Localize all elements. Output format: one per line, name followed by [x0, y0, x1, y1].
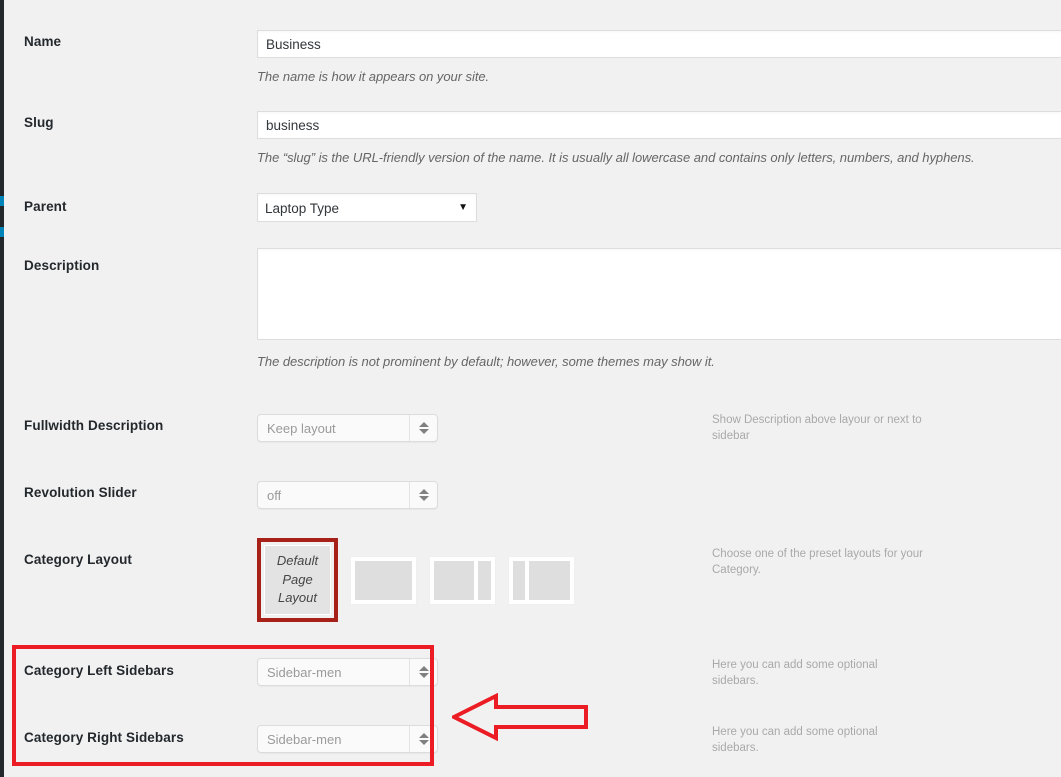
category-right-sidebars-select[interactable]: Sidebar-men	[257, 725, 438, 753]
fullwidth-description-value: Keep layout	[267, 420, 336, 436]
layout-block-sidebar	[477, 561, 491, 600]
description-field-col: The description is not prominent by defa…	[257, 248, 1061, 369]
fullwidth-description-help: Show Description above layour or next to…	[712, 414, 922, 443]
caret-up-icon	[418, 489, 429, 494]
fullwidth-description-select[interactable]: Keep layout	[257, 414, 438, 442]
name-field-col: The name is how it appears on your site.	[257, 30, 1061, 84]
caret-up-icon	[418, 666, 429, 671]
category-left-sidebars-value: Sidebar-men	[267, 664, 342, 680]
slug-label: Slug	[24, 115, 54, 130]
fullwidth-description-field-col: Keep layout	[257, 414, 438, 442]
name-label: Name	[24, 34, 62, 49]
layout-preset-full-width[interactable]	[350, 556, 417, 605]
layout-default-line-2: Page	[282, 571, 313, 587]
description-label: Description	[24, 258, 100, 273]
fullwidth-description-label: Fullwidth Description	[24, 418, 164, 433]
parent-select[interactable]: Laptop Type ▼	[257, 193, 477, 222]
caret-down-icon	[418, 740, 429, 745]
description-hint: The description is not prominent by defa…	[257, 354, 715, 369]
layout-block-sidebar	[513, 561, 526, 600]
layout-block-content	[529, 561, 570, 600]
caret-down-icon	[418, 496, 429, 501]
slug-hint: The “slug” is the URL-friendly version o…	[257, 150, 975, 165]
category-left-sidebars-label: Category Left Sidebars	[24, 663, 174, 678]
category-left-sidebars-select[interactable]: Sidebar-men	[257, 658, 438, 686]
category-right-sidebars-help: Here you can add some optional sidebars.	[712, 726, 878, 755]
stepper-arrows-icon[interactable]	[409, 482, 437, 508]
layout-preset-left-sidebar-content[interactable]	[508, 556, 575, 605]
layout-block-content	[434, 561, 474, 600]
name-input[interactable]	[257, 30, 1061, 58]
caret-up-icon	[418, 733, 429, 738]
caret-down-icon	[418, 673, 429, 678]
stepper-arrows-icon[interactable]	[409, 726, 437, 752]
category-layout-presets: Default Page Layout	[257, 538, 575, 622]
description-textarea[interactable]	[257, 248, 1061, 340]
admin-menu-accent-2	[0, 227, 4, 237]
category-layout-selected-highlight: Default Page Layout	[257, 538, 338, 622]
slug-field-col: The “slug” is the URL-friendly version o…	[257, 111, 1061, 165]
revolution-slider-label: Revolution Slider	[24, 485, 137, 500]
parent-field-col: Laptop Type ▼	[257, 193, 477, 222]
parent-select-value: Laptop Type	[265, 201, 340, 216]
chevron-down-icon: ▼	[458, 201, 468, 213]
name-hint: The name is how it appears on your site.	[257, 69, 490, 84]
category-left-sidebars-help: Here you can add some optional sidebars.	[712, 659, 878, 688]
caret-down-icon	[418, 429, 429, 434]
revolution-slider-select[interactable]: off	[257, 481, 438, 509]
layout-block-content	[355, 561, 412, 600]
caret-up-icon	[418, 422, 429, 427]
slug-input[interactable]	[257, 111, 1061, 139]
category-right-sidebars-field-col: Sidebar-men	[257, 725, 438, 753]
admin-menu-accent-1	[0, 196, 4, 206]
category-form: Name The name is how it appears on your …	[12, 26, 1061, 777]
revolution-slider-value: off	[267, 487, 282, 503]
category-edit-page: Name The name is how it appears on your …	[0, 0, 1061, 777]
revolution-slider-field-col: off	[257, 481, 438, 509]
layout-default-line-3: Layout	[277, 590, 318, 606]
stepper-arrows-icon[interactable]	[409, 659, 437, 685]
layout-preset-default-page-layout[interactable]: Default Page Layout	[264, 545, 331, 615]
category-left-sidebars-field-col: Sidebar-men	[257, 658, 438, 686]
layout-default-line-1: Default	[276, 552, 319, 568]
layout-preset-content-right-sidebar[interactable]	[429, 556, 496, 605]
stepper-arrows-icon[interactable]	[409, 415, 437, 441]
parent-label: Parent	[24, 199, 67, 214]
category-layout-help: Choose one of the preset layouts for you…	[712, 548, 923, 577]
category-layout-label: Category Layout	[24, 552, 133, 567]
category-right-sidebars-label: Category Right Sidebars	[24, 730, 184, 745]
admin-menu-rail	[0, 0, 4, 777]
category-right-sidebars-value: Sidebar-men	[267, 731, 342, 747]
